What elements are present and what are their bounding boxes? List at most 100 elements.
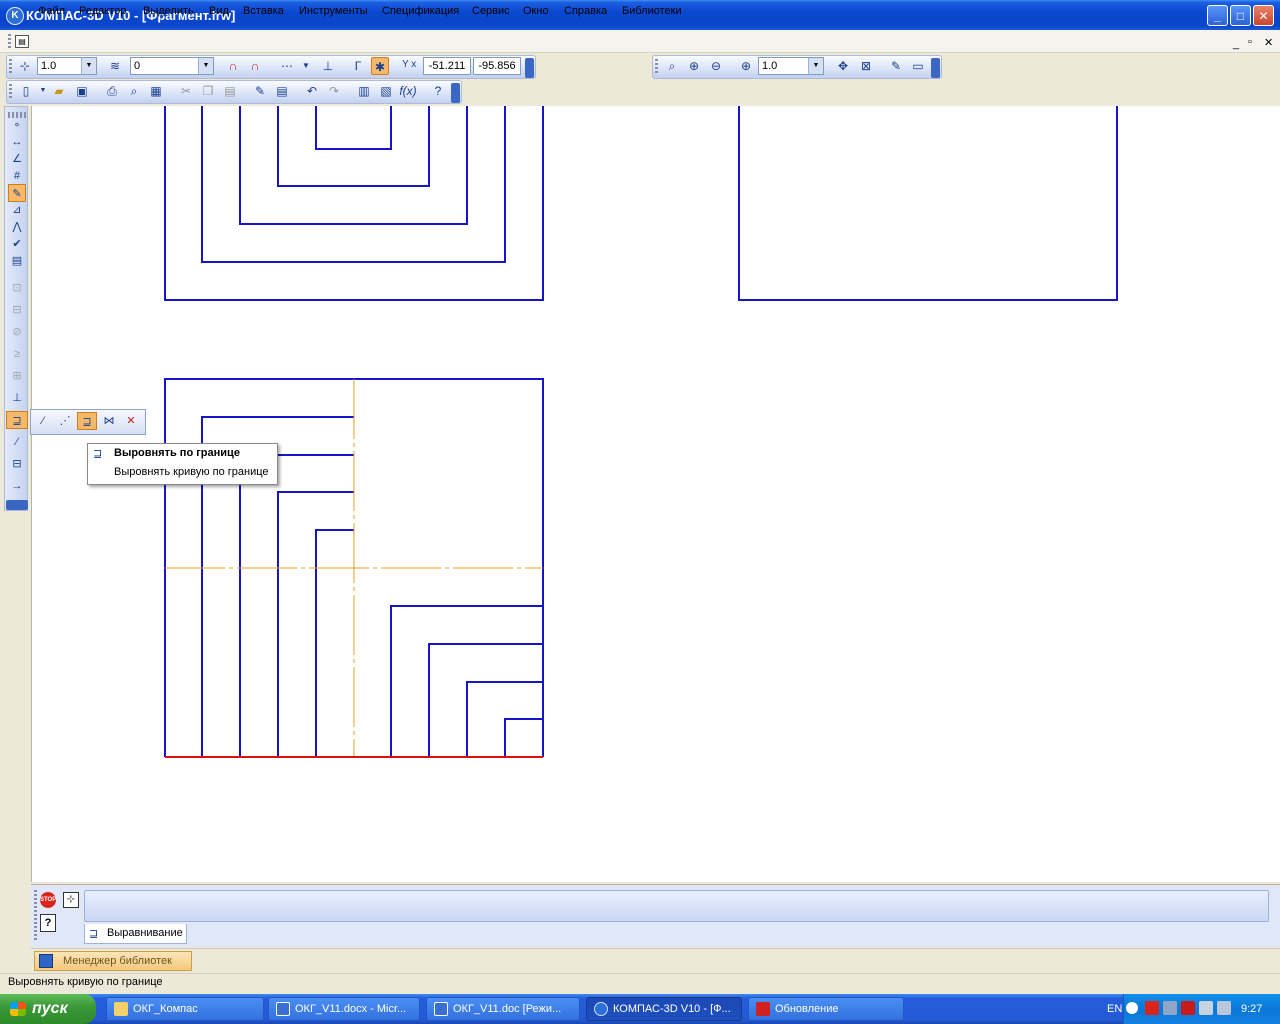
chevron-down-icon[interactable]: ▼ <box>198 58 213 74</box>
menu-insert[interactable]: Вставка <box>243 5 284 17</box>
drawing-geometry[interactable] <box>164 106 1118 757</box>
taskbar-item-word-doc[interactable]: ОКГ_V11.doc [Режи... <box>426 997 580 1021</box>
paste-icon[interactable]: ▤ <box>221 82 239 100</box>
close-button[interactable]: ✕ <box>1253 5 1274 26</box>
snap-magnet-icon[interactable]: ∩ <box>224 57 242 75</box>
grid-icon[interactable]: ⋯ <box>278 57 296 75</box>
tree-icon[interactable]: ▤ <box>273 82 291 100</box>
grid-dropdown-icon[interactable]: ▼ <box>297 57 315 75</box>
menu-select[interactable]: Выделить <box>143 5 194 17</box>
designations-icon[interactable]: ∠ <box>8 150 26 168</box>
cut-icon[interactable]: ✂ <box>177 82 195 100</box>
outline-segment[interactable] <box>315 106 392 150</box>
parametrization-icon[interactable]: ✎ <box>8 184 26 202</box>
coord-x-field[interactable]: -51.211 <box>423 57 471 75</box>
parallel-icon[interactable]: ≥ <box>8 345 26 363</box>
menu-libraries[interactable]: Библиотеки <box>622 5 682 17</box>
toolbar-grip[interactable] <box>9 59 12 75</box>
axis-lines[interactable] <box>165 379 543 757</box>
outline-segment[interactable] <box>504 718 543 757</box>
menu-specification[interactable]: Спецификация <box>382 5 459 17</box>
toolbar-options-icon[interactable] <box>525 58 534 78</box>
zoom-window-icon[interactable]: ⌕ <box>663 57 681 75</box>
language-indicator[interactable]: EN <box>1107 1003 1122 1015</box>
tab-alignment[interactable]: ⊒ Выравнивание <box>84 924 187 944</box>
outline-segment[interactable] <box>201 106 506 263</box>
copy-icon[interactable]: ❐ <box>199 82 217 100</box>
round-icon[interactable]: Γ <box>349 57 367 75</box>
zoom-combo[interactable]: 1.0 ▼ <box>758 57 824 75</box>
context-help-icon[interactable]: ? <box>429 82 447 100</box>
computer-icon[interactable] <box>1199 1001 1213 1015</box>
fix-point-icon[interactable]: ⊡ <box>8 279 26 297</box>
print-preview-icon[interactable]: ⌕ <box>125 82 143 100</box>
app-icon[interactable]: K <box>6 7 24 25</box>
align-curve-icon[interactable]: ⋈ <box>99 412 119 430</box>
outline-segment[interactable] <box>428 643 543 757</box>
drawing-area[interactable] <box>31 106 1280 882</box>
tray-expand-icon[interactable] <box>1126 1002 1138 1014</box>
dimensions-icon[interactable]: ↔ <box>8 133 26 151</box>
outline-segment[interactable] <box>164 106 544 301</box>
outline-segment[interactable] <box>277 106 430 187</box>
properties-icon[interactable]: ▦ <box>147 82 165 100</box>
chevron-down-icon[interactable]: ▼ <box>81 58 96 74</box>
variables-icon[interactable]: ▧ <box>377 82 395 100</box>
show-all-icon[interactable]: ⊠ <box>857 57 875 75</box>
align-boundary-group-icon[interactable]: ⊒ <box>6 411 28 429</box>
ati-icon[interactable] <box>1145 1001 1159 1015</box>
scale-combo[interactable]: 1.0 ▼ <box>37 57 97 75</box>
align-by-boundary-icon[interactable]: ⊒ <box>77 412 97 430</box>
kaspersky-tray-icon[interactable] <box>1181 1001 1195 1015</box>
zoom-scale-icon[interactable]: ⊕ <box>737 57 755 75</box>
menu-file[interactable]: Файл <box>38 5 65 17</box>
layer-icon[interactable]: ≋ <box>106 57 124 75</box>
open-folder-icon[interactable]: ▰ <box>50 82 68 100</box>
menu-tools[interactable]: Инструменты <box>299 5 368 17</box>
undo-icon[interactable]: ↶ <box>303 82 321 100</box>
document-icon[interactable]: ▤ <box>15 35 29 48</box>
measure-icon[interactable]: ⊿ <box>8 201 26 219</box>
layer-combo[interactable]: 0 ▼ <box>130 57 214 75</box>
menu-view[interactable]: Вид <box>209 5 229 17</box>
taskbar-item-kompas[interactable]: КОМПАС-3D V10 - [Ф... <box>586 997 742 1021</box>
menu-edit[interactable]: Редактор <box>79 5 126 17</box>
clock[interactable]: 9:27 <box>1241 1003 1262 1015</box>
outline-segment[interactable] <box>315 529 354 757</box>
coord-y-field[interactable]: -95.856 <box>473 57 521 75</box>
toolbar-grip[interactable] <box>9 84 12 100</box>
panel-options-icon[interactable] <box>6 500 28 510</box>
geometry-icon[interactable]: ∘ <box>8 116 26 134</box>
volume-icon[interactable] <box>1217 1001 1231 1015</box>
help-icon[interactable]: ? <box>40 914 56 932</box>
doc-minimize-button[interactable]: _ <box>1233 38 1239 50</box>
taskbar-item-folder[interactable]: ОКГ_Компас <box>106 997 264 1021</box>
editing-icon[interactable]: # <box>8 167 26 185</box>
stop-icon[interactable]: STOP <box>40 892 56 908</box>
outline-segment[interactable] <box>239 106 468 225</box>
orthogonal-icon[interactable]: ⊥ <box>319 57 337 75</box>
redo-icon[interactable]: ↷ <box>325 82 343 100</box>
local-cs-icon[interactable]: ⊹ <box>16 57 34 75</box>
toolbar-options-icon[interactable] <box>451 83 460 103</box>
pan-icon[interactable]: ✥ <box>834 57 852 75</box>
toolbar-grip[interactable] <box>655 59 658 75</box>
coincidence-icon[interactable]: ⊟ <box>8 301 26 319</box>
menu-grip[interactable] <box>8 34 11 50</box>
menu-service[interactable]: Сервис <box>472 5 510 17</box>
align-horizontal-icon[interactable]: ⁄ <box>33 412 53 430</box>
doc-restore-button[interactable]: ▫ <box>1248 36 1252 48</box>
collinear-icon[interactable]: ⊘ <box>8 323 26 341</box>
print-icon[interactable]: ⎙ <box>103 82 121 100</box>
outline-segment[interactable] <box>738 106 1118 301</box>
parametric-mode-icon[interactable]: ✱ <box>371 57 389 75</box>
manager-icon[interactable]: ▥ <box>355 82 373 100</box>
drawing-canvas[interactable] <box>32 106 1280 882</box>
zoom-in-icon[interactable]: ⊕ <box>685 57 703 75</box>
menu-help[interactable]: Справка <box>564 5 607 17</box>
property-panel-grip[interactable] <box>34 890 37 942</box>
function-icon[interactable]: f(x) <box>399 82 417 100</box>
toolbar-options-icon[interactable] <box>931 58 940 78</box>
refresh-icon[interactable]: ✎ <box>887 57 905 75</box>
associative-views-icon[interactable]: ✔ <box>8 235 26 253</box>
